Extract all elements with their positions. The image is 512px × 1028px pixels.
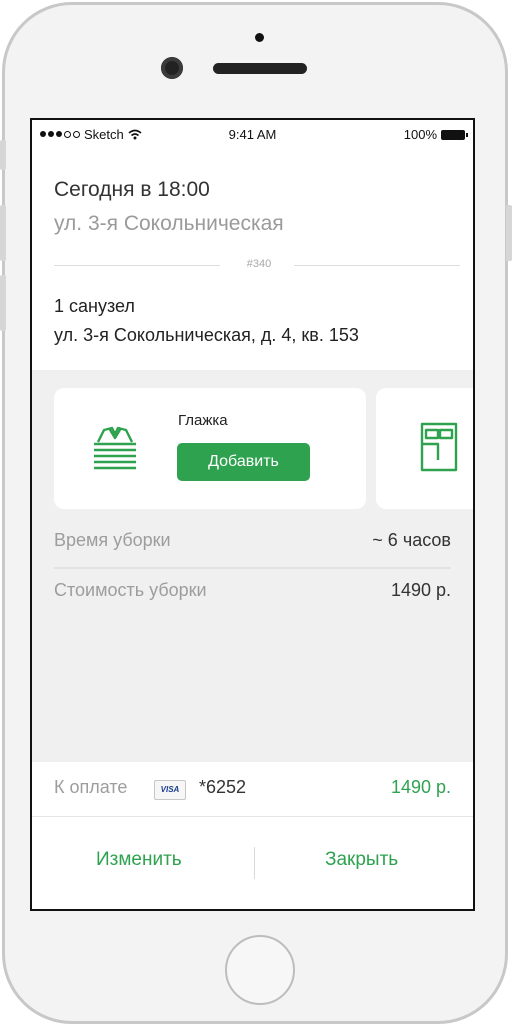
edit-button[interactable]: Изменить (96, 849, 182, 871)
services-area: Глажка Добавить Время уборки ~ 6 часов С… (32, 370, 473, 762)
order-number: #340 (246, 258, 272, 270)
close-button[interactable]: Закрыть (325, 849, 398, 871)
battery-percent: 100% (403, 127, 437, 142)
home-button[interactable] (225, 935, 295, 1005)
add-service-button[interactable]: Добавить (177, 443, 310, 481)
order-title: Сегодня в 18:00 (54, 178, 210, 201)
shirt-icon (94, 426, 136, 470)
status-bar: Sketch 9:41 AM 100% (32, 120, 473, 148)
address-text: ул. 3-я Сокольническая, д. 4, кв. 153 (54, 325, 359, 345)
power-button (506, 205, 512, 261)
order-header: Сегодня в 18:00 ул. 3-я Сокольническая (54, 178, 284, 236)
service-card-linen[interactable] (376, 388, 473, 509)
cleaning-time-value: ~ 6 часов (372, 530, 451, 550)
payment-row[interactable]: К оплате VISA *6252 1490 р. (32, 762, 473, 817)
action-bar: Изменить Закрыть (32, 817, 473, 909)
volume-down-button (0, 275, 6, 331)
order-subtitle: ул. 3-я Сокольническая (54, 212, 284, 235)
payment-label: К оплате (54, 777, 128, 797)
sensor-dot (255, 33, 264, 42)
cleaning-cost-row: Стоимость уборки 1490 р. (54, 580, 451, 601)
rooms-text: 1 санузел (54, 296, 135, 316)
order-details: 1 санузел ул. 3-я Сокольническая, д. 4, … (54, 292, 359, 350)
volume-up-button (0, 205, 6, 261)
earpiece-speaker (213, 63, 307, 74)
divider (54, 265, 220, 266)
cleaning-time-label: Время уборки (54, 530, 171, 550)
divider (54, 567, 451, 569)
service-name: Глажка (178, 412, 228, 429)
visa-card-icon: VISA (154, 780, 186, 800)
card-number: *6252 (199, 777, 247, 797)
divider (254, 847, 255, 879)
screen: Sketch 9:41 AM 100% Сегодня в 18:00 ул. … (30, 118, 475, 911)
cleaning-cost-label: Стоимость уборки (54, 580, 207, 600)
payment-amount: 1490 р. (390, 777, 451, 797)
front-camera (161, 57, 183, 79)
bed-sheet-icon (420, 422, 458, 472)
divider (294, 265, 460, 266)
cleaning-time-row: Время уборки ~ 6 часов (54, 530, 451, 551)
service-card-ironing: Глажка Добавить (54, 388, 366, 509)
battery-icon (441, 129, 468, 140)
mute-switch (0, 140, 6, 170)
cleaning-cost-value: 1490 р. (390, 580, 451, 600)
